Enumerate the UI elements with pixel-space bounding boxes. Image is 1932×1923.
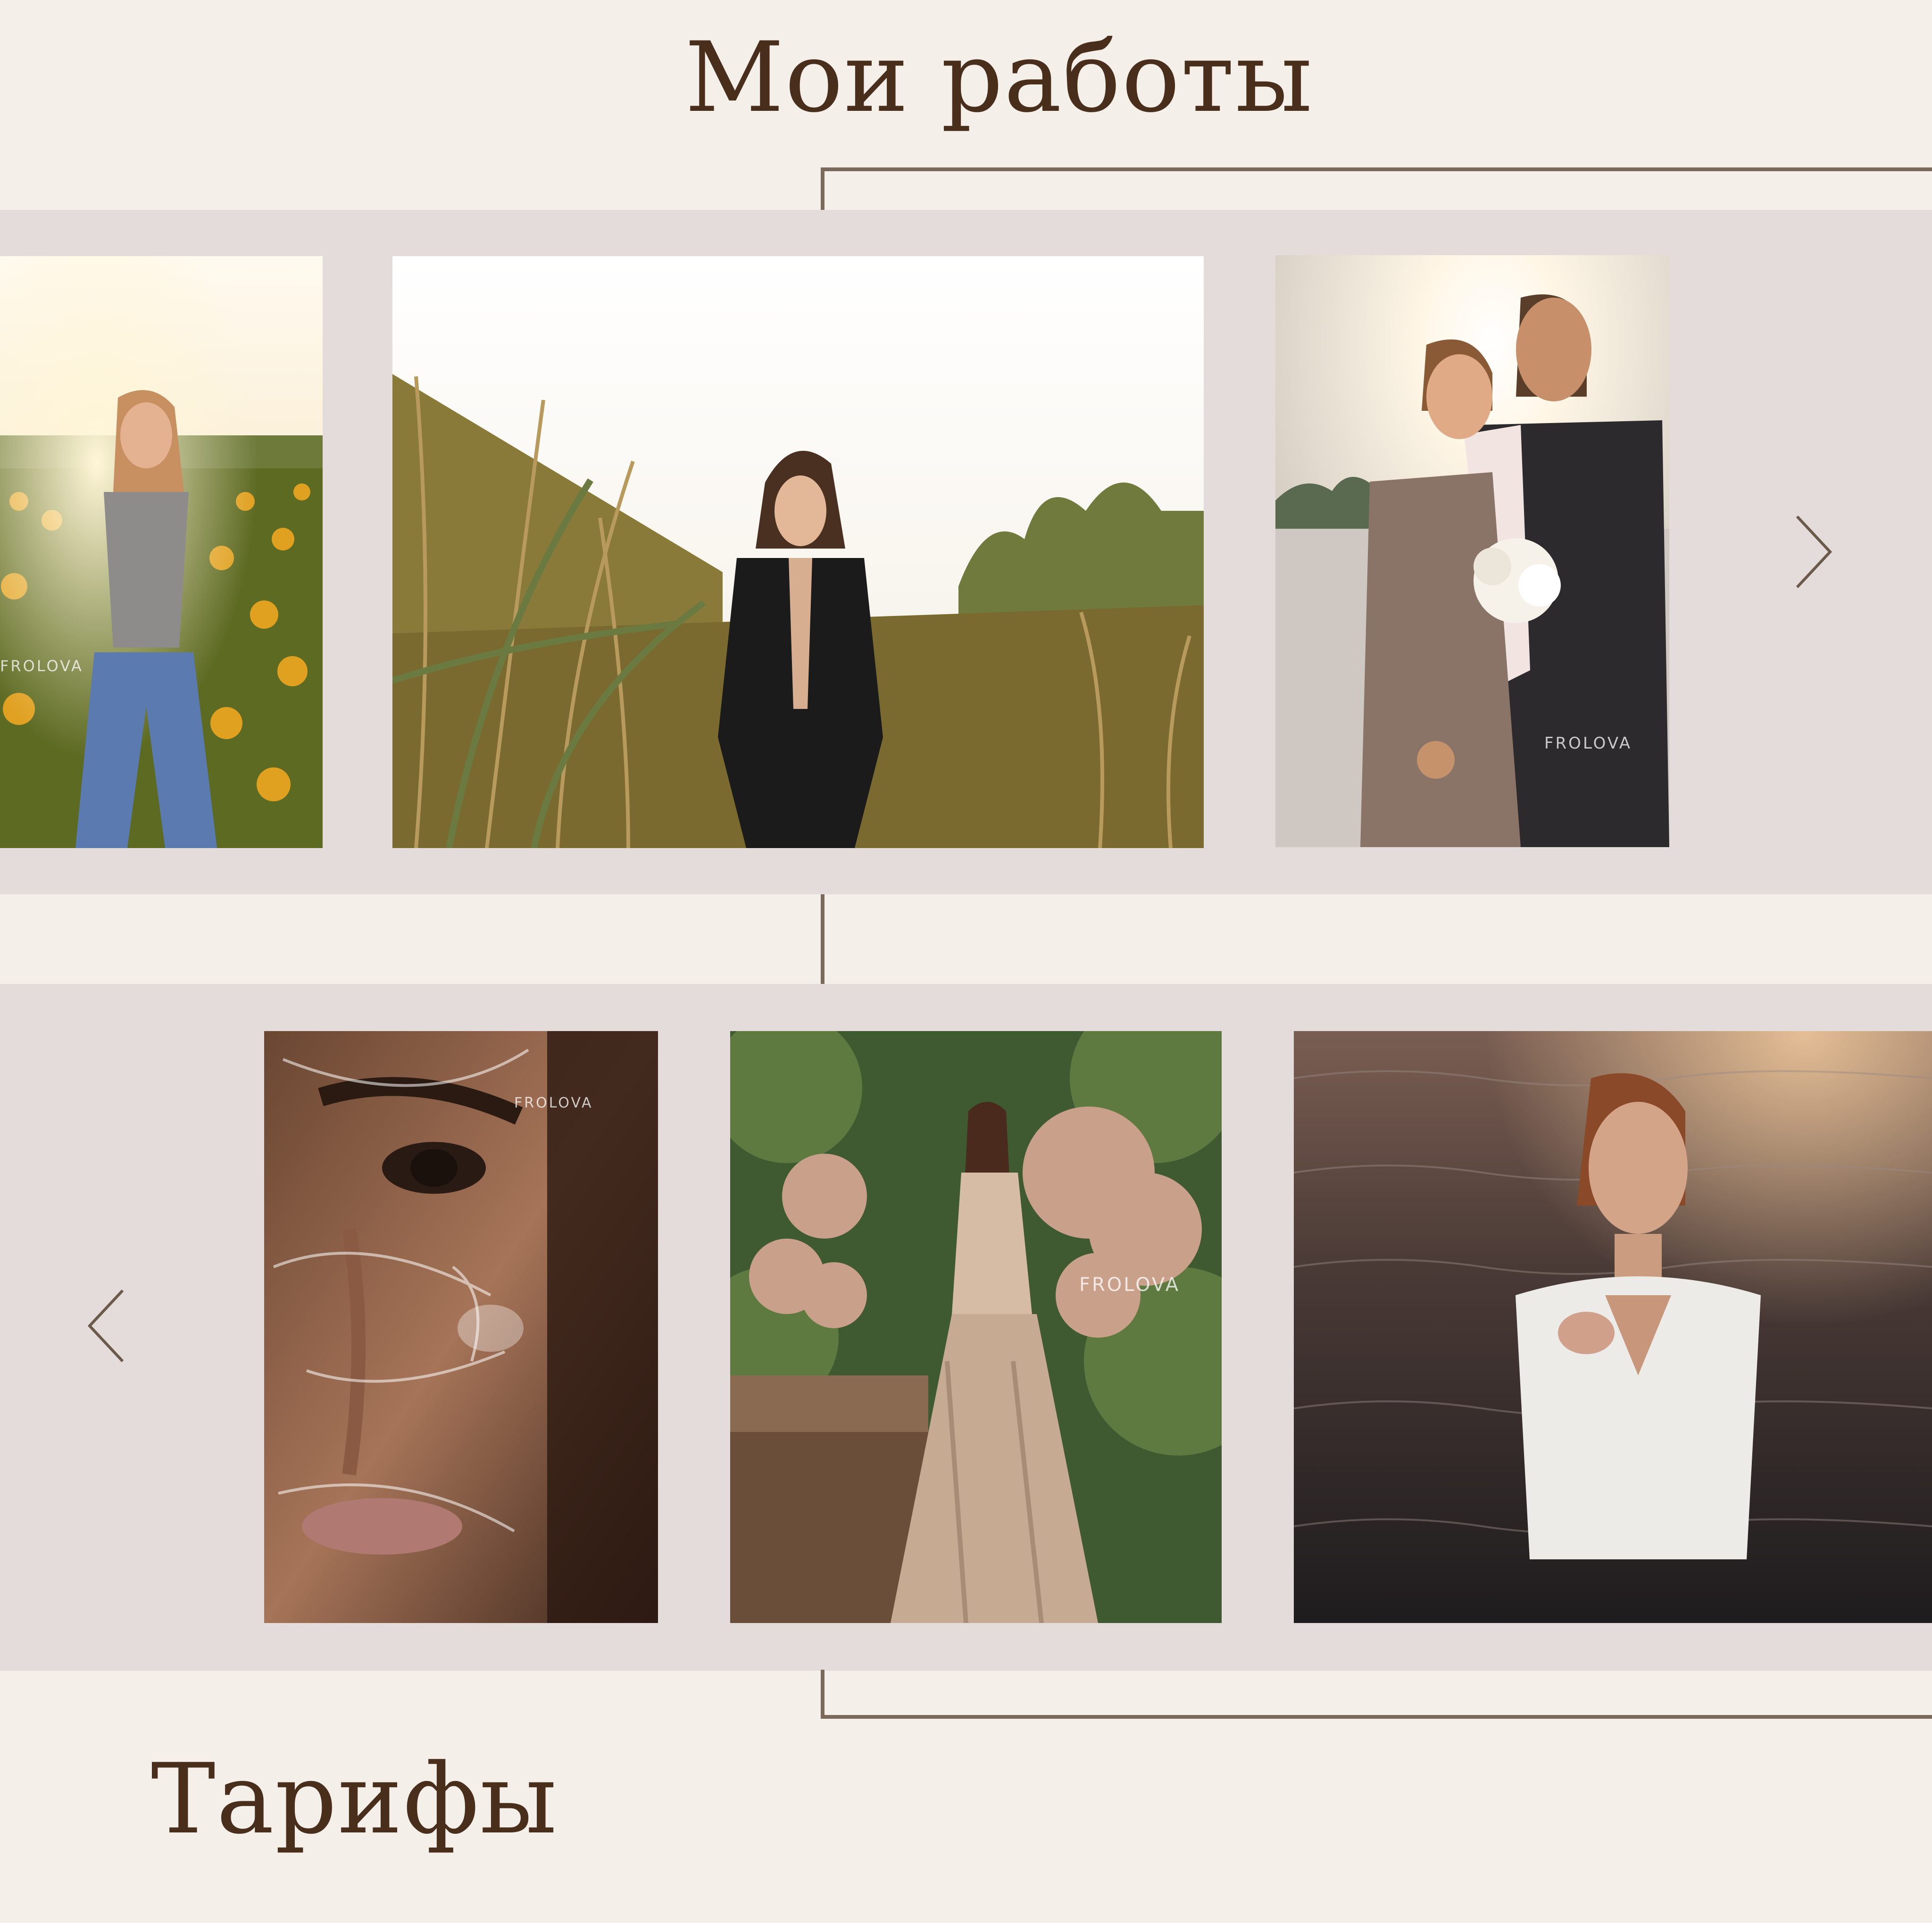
decorative-frame-bottom <box>821 1670 1932 1719</box>
watermark-text: FROLOVA <box>514 1095 593 1111</box>
gallery-row-2: FROLOVA FROLOVA <box>0 984 1932 1671</box>
next-arrow-button[interactable] <box>1788 512 1840 592</box>
watermark-text: FROLOVA <box>1079 1274 1181 1296</box>
decorative-connector-line <box>821 894 824 984</box>
gallery-photo[interactable]: FROLOVA <box>730 1031 1222 1623</box>
gallery-photo[interactable]: FROLOVA <box>1275 255 1669 847</box>
decorative-frame-top <box>821 167 1932 210</box>
watermark-text: FROLOVA <box>1544 734 1632 753</box>
gallery-row-1: FROLOVA FROLOVA <box>0 210 1932 894</box>
chevron-left-icon <box>87 1289 124 1363</box>
gallery-photo[interactable]: FROLOVA <box>0 256 323 848</box>
watermark-text: FROLOVA <box>0 657 83 675</box>
chevron-right-icon <box>1796 515 1832 589</box>
prev-arrow-button[interactable] <box>80 1286 132 1366</box>
page-title: Мои работы <box>685 22 1313 134</box>
gallery-photo[interactable]: FROLOVA <box>264 1031 658 1623</box>
gallery-photo[interactable] <box>1294 1031 1932 1623</box>
gallery-photo[interactable] <box>392 256 1204 848</box>
section-title-pricing: Тарифы <box>151 1743 558 1856</box>
